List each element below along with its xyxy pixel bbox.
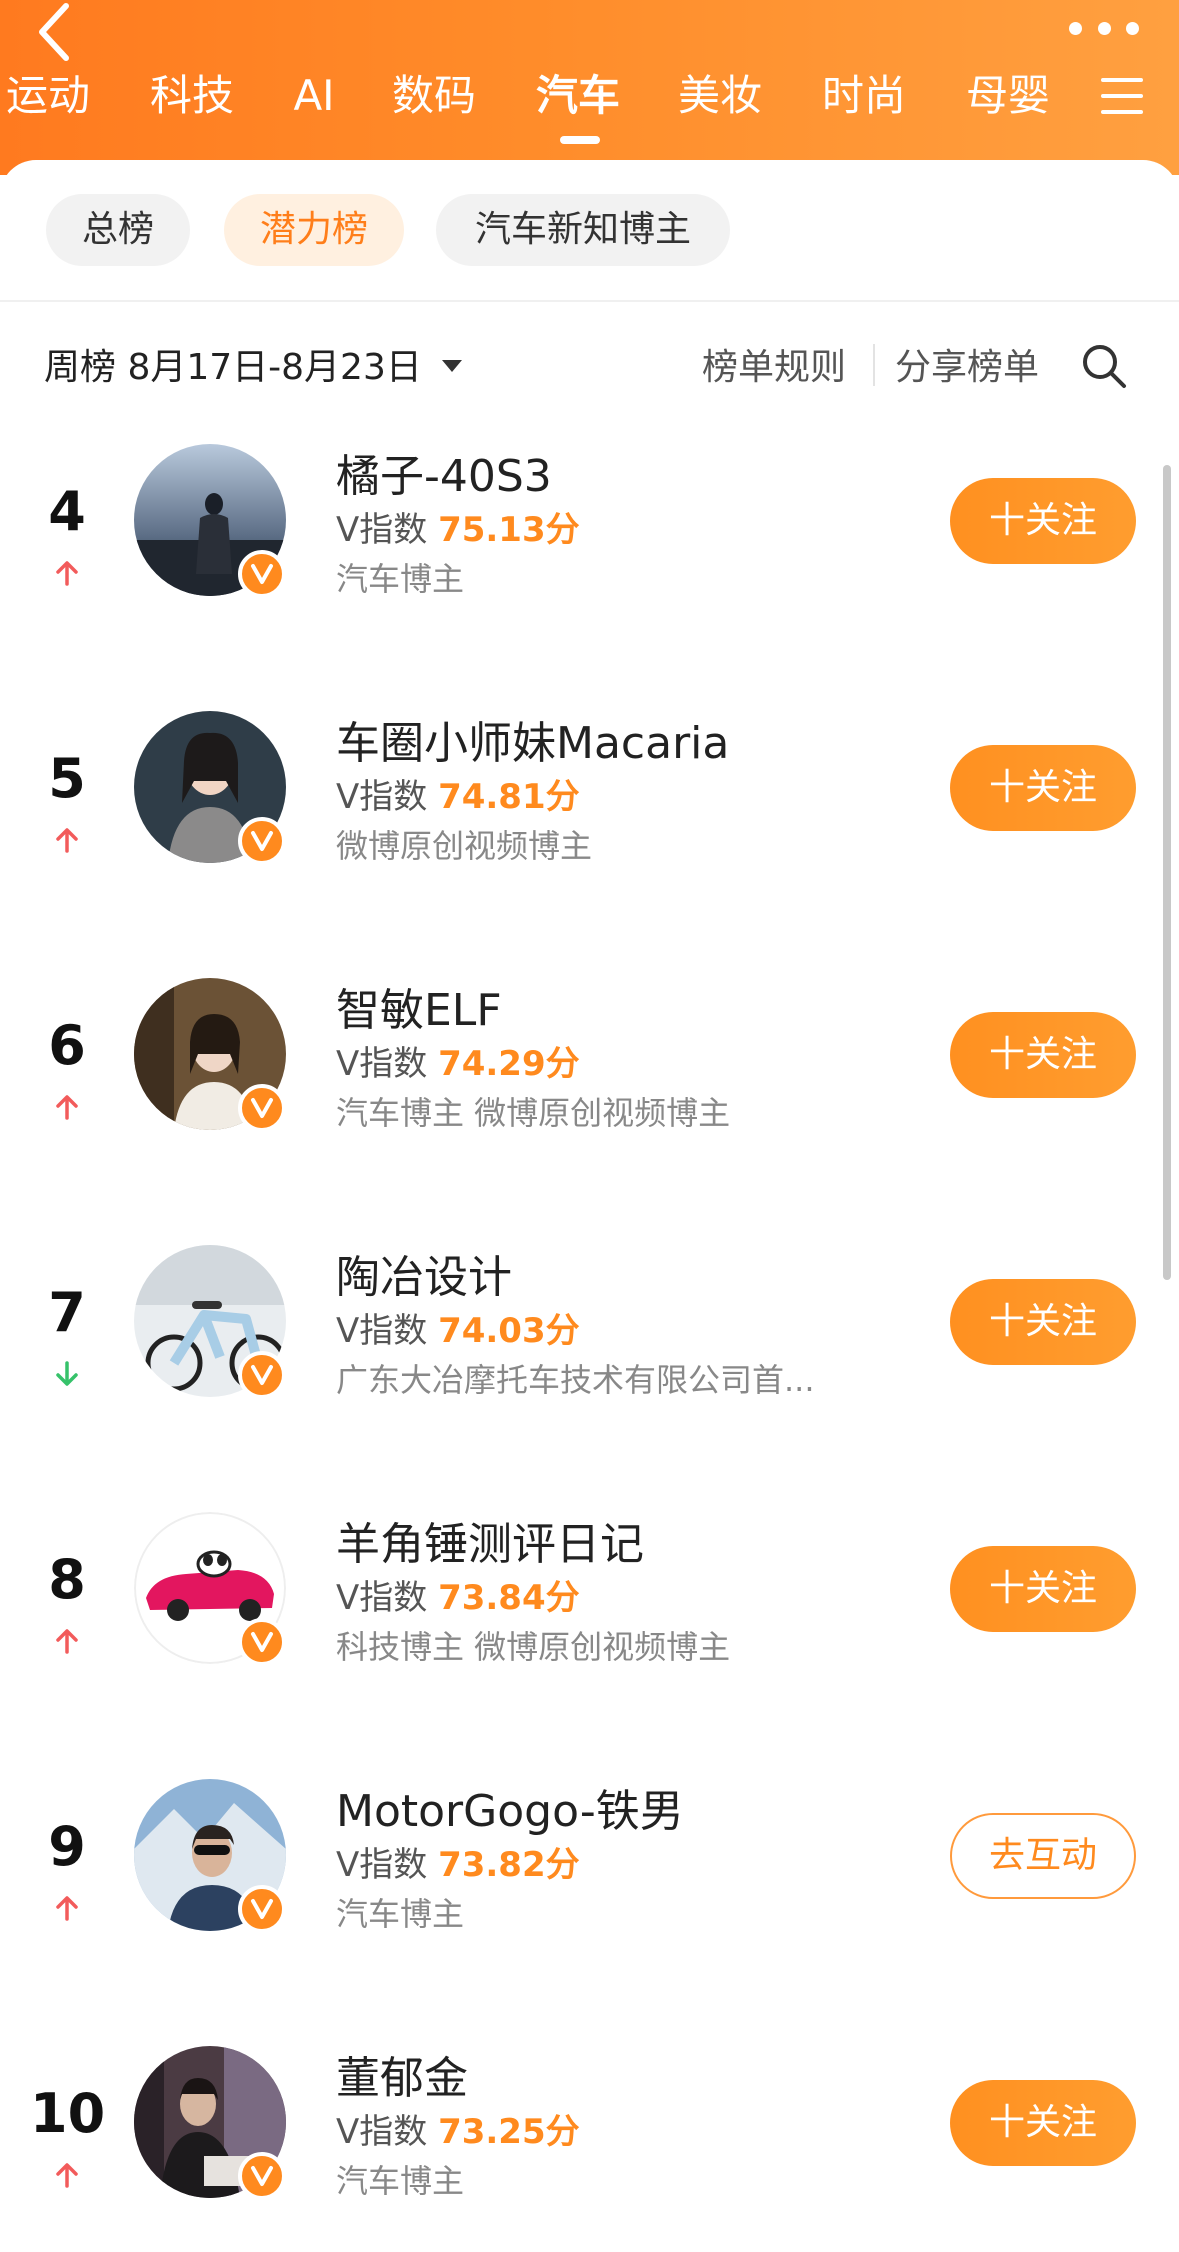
v-index-label: V指数: [336, 510, 439, 550]
list-item[interactable]: 8 羊角锤测评日记 V指数 73.84分 科技博主 微博原创视频博主 十关注: [0, 1498, 1179, 1758]
chip-auto-new-knowledge[interactable]: 汽车新知博主: [436, 194, 730, 266]
caret-down-icon[interactable]: [442, 360, 462, 372]
more-dots-icon[interactable]: [1069, 18, 1139, 38]
blogger-tags: 科技博主 微博原创视频博主: [336, 1628, 731, 1666]
follow-button[interactable]: 十关注: [950, 1012, 1136, 1098]
list-item[interactable]: 5 车圈小师妹Macaria V指数 74.81分 微博原创视频博主 十关注: [0, 697, 1179, 957]
tab-fashion[interactable]: 时尚: [822, 66, 906, 126]
rules-link[interactable]: 榜单规则: [702, 338, 846, 390]
v-index-label: V指数: [336, 2112, 439, 2152]
trend-up-icon: [56, 561, 78, 586]
tab-ai[interactable]: AI: [293, 66, 334, 126]
list-item[interactable]: 9 MotorGogo-铁男 V指数 73.82分 汽车博主 去互动: [0, 1765, 1179, 2025]
trend-up-icon: [56, 1629, 78, 1654]
top-header: 运动 科技 AI 数码 汽车 美妆 时尚 母婴: [0, 0, 1179, 175]
trend-up-icon: [56, 2163, 78, 2188]
trend-up-icon: [56, 1095, 78, 1120]
list-item[interactable]: 6 智敏ELF V指数 74.29分 汽车博主 微博原创视频博主 十关注: [0, 964, 1179, 1224]
ranking-filter-chips: 总榜 潜力榜 汽车新知博主: [0, 194, 1179, 268]
follow-button[interactable]: 十关注: [950, 1546, 1136, 1632]
verified-badge-icon: [238, 2152, 286, 2200]
v-index: V指数 74.29分: [336, 1036, 580, 1085]
tab-beauty[interactable]: 美妆: [678, 66, 762, 126]
chip-potential[interactable]: 潜力榜: [224, 194, 404, 266]
v-index-label: V指数: [336, 1311, 439, 1351]
v-index-label: V指数: [336, 1578, 439, 1618]
v-index-score: 73.82分: [438, 1845, 580, 1885]
rank-number: 7: [48, 1281, 86, 1344]
chip-overall[interactable]: 总榜: [46, 194, 190, 266]
tab-auto[interactable]: 汽车: [536, 66, 620, 126]
list-item[interactable]: 10 董郁金 V指数 73.25分 汽车博主 十关注: [0, 2032, 1179, 2252]
blogger-name[interactable]: 陶冶设计: [336, 1241, 512, 1305]
v-index-score: 75.13分: [438, 510, 580, 550]
v-index-score: 73.25分: [438, 2112, 580, 2152]
active-tab-indicator: [560, 136, 600, 144]
scrollbar[interactable]: [1163, 465, 1171, 1280]
v-index-score: 73.84分: [438, 1578, 580, 1618]
search-icon[interactable]: [1080, 342, 1128, 390]
follow-button[interactable]: 十关注: [950, 2080, 1136, 2166]
follow-button[interactable]: 十关注: [950, 478, 1136, 564]
trend-up-icon: [56, 828, 78, 853]
tab-sports[interactable]: 运动: [6, 66, 90, 126]
verified-badge-icon: [238, 550, 286, 598]
v-index-score: 74.03分: [438, 1311, 580, 1351]
blogger-name[interactable]: 橘子-40S3: [336, 440, 552, 504]
v-index-label: V指数: [336, 777, 439, 817]
section-divider: [0, 300, 1179, 302]
v-index-score: 74.81分: [438, 777, 580, 817]
tab-parenting[interactable]: 母婴: [966, 66, 1050, 126]
v-index: V指数 73.25分: [336, 2104, 580, 2153]
blogger-name[interactable]: 智敏ELF: [336, 974, 502, 1038]
blogger-name[interactable]: MotorGogo-铁男: [336, 1775, 684, 1839]
verified-badge-icon: [238, 1885, 286, 1933]
interact-button[interactable]: 去互动: [950, 1813, 1136, 1899]
menu-icon[interactable]: [1101, 78, 1143, 114]
v-index: V指数 73.84分: [336, 1570, 580, 1619]
rank-number: 6: [48, 1014, 86, 1077]
list-item[interactable]: 7 陶冶设计 V指数 74.03分 广东大冶摩托车技术有限公司首... 十关注: [0, 1231, 1179, 1491]
period-row: 周榜 8月17日-8月23日 榜单规则 分享榜单: [0, 330, 1179, 402]
verified-badge-icon: [238, 1351, 286, 1399]
v-index: V指数 75.13分: [336, 502, 580, 551]
v-index-label: V指数: [336, 1845, 439, 1885]
verified-badge-icon: [238, 1618, 286, 1666]
follow-button[interactable]: 十关注: [950, 745, 1136, 831]
list-item[interactable]: 4 橘子-40S3 V指数 75.13分 汽车博主 十关注: [0, 430, 1179, 690]
period-selector[interactable]: 周榜 8月17日-8月23日: [44, 338, 422, 390]
rank-number: 5: [48, 747, 86, 810]
rank-number: 9: [48, 1815, 86, 1878]
back-icon[interactable]: [30, 2, 80, 62]
blogger-tags: 汽车博主: [336, 1895, 465, 1933]
rank-number: 8: [48, 1548, 86, 1611]
verified-badge-icon: [238, 817, 286, 865]
blogger-name[interactable]: 董郁金: [336, 2042, 468, 2106]
trend-up-icon: [56, 1896, 78, 1921]
tab-tech[interactable]: 科技: [150, 66, 234, 126]
trend-down-icon: [56, 1361, 78, 1386]
blogger-tags: 广东大冶摩托车技术有限公司首...: [336, 1361, 815, 1399]
tab-digital[interactable]: 数码: [392, 66, 476, 126]
v-index: V指数 74.03分: [336, 1303, 580, 1352]
rank-number: 4: [48, 480, 86, 543]
blogger-tags: 汽车博主 微博原创视频博主: [336, 1094, 731, 1132]
follow-button[interactable]: 十关注: [950, 1279, 1136, 1365]
blogger-tags: 微博原创视频博主: [336, 827, 593, 865]
v-index: V指数 74.81分: [336, 769, 580, 818]
v-index-label: V指数: [336, 1044, 439, 1084]
v-index-score: 74.29分: [438, 1044, 580, 1084]
blogger-name[interactable]: 羊角锤测评日记: [336, 1508, 644, 1572]
category-tabs: 运动 科技 AI 数码 汽车 美妆 时尚 母婴: [0, 66, 1179, 136]
rank-number: 10: [30, 2082, 106, 2145]
blogger-tags: 汽车博主: [336, 560, 465, 598]
verified-badge-icon: [238, 1084, 286, 1132]
share-link[interactable]: 分享榜单: [895, 338, 1039, 390]
blogger-name[interactable]: 车圈小师妹Macaria: [336, 707, 729, 771]
v-index: V指数 73.82分: [336, 1837, 580, 1886]
vertical-separator: [873, 344, 875, 386]
blogger-tags: 汽车博主: [336, 2162, 465, 2200]
